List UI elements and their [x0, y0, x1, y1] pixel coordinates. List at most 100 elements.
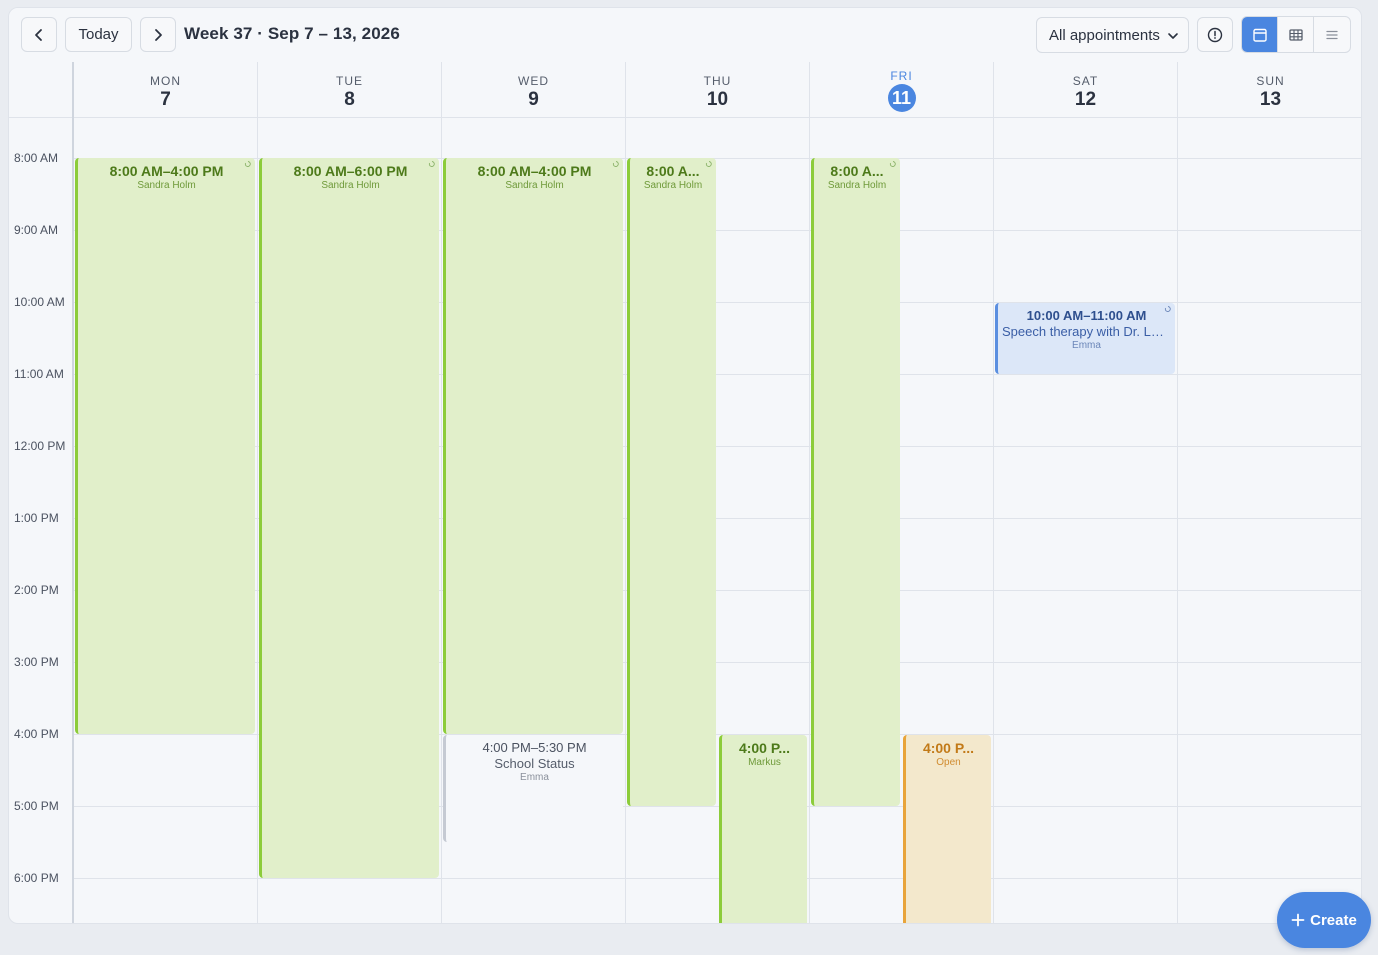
list-icon [1326, 30, 1338, 39]
day-divider [993, 118, 994, 923]
day-header-sun[interactable]: SUN 13 [1177, 62, 1361, 118]
month-view-button[interactable] [1278, 17, 1314, 52]
day-name: SUN [1256, 74, 1285, 88]
chevron-down-icon [1168, 33, 1178, 39]
time-label: 8:00 AM [14, 151, 59, 165]
day-divider [257, 118, 258, 923]
event-person: Sandra Holm [827, 180, 887, 191]
event-person: Emma [1072, 340, 1101, 351]
event-person: Sandra Holm [137, 180, 196, 191]
time-label: 5:00 PM [14, 799, 59, 813]
day-header-sat[interactable]: SAT 12 [993, 62, 1177, 118]
day-divider [441, 118, 442, 923]
chevron-right-icon [155, 28, 162, 41]
plus-icon [1291, 913, 1305, 927]
view-switcher [1241, 16, 1351, 53]
event-title: Speech therapy with Dr. Lund [1002, 324, 1173, 339]
day-number: 9 [528, 89, 539, 110]
time-label: 1:00 PM [14, 511, 59, 525]
day-divider [1177, 118, 1178, 923]
calendar-icon [1252, 28, 1267, 42]
repeat-icon [244, 161, 251, 167]
event-time: 8:00 AM–4:00 PM [477, 163, 592, 179]
filter-value: All appointments [1049, 26, 1160, 44]
today-day-number: 11 [887, 84, 916, 112]
event-person: Emma [520, 772, 549, 783]
day-name: TUE [336, 74, 363, 88]
time-label: 9:00 AM [14, 223, 59, 237]
time-label: 4:00 PM [14, 727, 59, 741]
event-person: Sandra Holm [505, 180, 564, 191]
repeat-icon [428, 161, 435, 167]
event-person: Markus [748, 757, 781, 768]
time-label: 10:00 AM [14, 295, 65, 309]
week-view-button[interactable] [1242, 17, 1278, 52]
day-divider [809, 118, 810, 923]
day-header-mon[interactable]: MON 7 [73, 62, 257, 118]
day-number: 12 [1074, 89, 1097, 110]
list-view-button[interactable] [1314, 17, 1350, 52]
day-header-fri-today[interactable]: FRI 11 [809, 62, 993, 118]
hour-line [73, 878, 1361, 879]
time-gutter-header [9, 62, 73, 118]
day-number: 13 [1259, 89, 1282, 110]
time-label: 11:00 AM [14, 367, 64, 381]
next-week-button[interactable] [140, 17, 176, 52]
repeat-icon [1164, 306, 1171, 312]
time-label: 6:00 PM [14, 871, 59, 885]
event-fri-sandra-holm[interactable]: 8:00 A... Sandra Holm [811, 158, 900, 806]
create-label: Create [1310, 911, 1357, 929]
event-sat-speech-therapy[interactable]: 10:00 AM–11:00 AM Speech therapy with Dr… [995, 303, 1175, 374]
event-thu-sandra-holm[interactable]: 8:00 A... Sandra Holm [627, 158, 716, 806]
alert-circle-icon [1207, 27, 1223, 42]
event-thu-markus[interactable]: 4:00 P... Markus [719, 735, 807, 923]
event-time: 4:00 PM–5:30 PM [482, 740, 587, 755]
week-title: Week 37 · Sep 7 – 13, 2026 [184, 24, 400, 43]
day-number: 7 [160, 89, 171, 110]
event-time: 8:00 AM–6:00 PM [293, 163, 408, 179]
toolbar: Today Week 37 · Sep 7 – 13, 2026 All app… [9, 8, 1361, 62]
event-mon-sandra-holm[interactable]: 8:00 AM–4:00 PM Sandra Holm [75, 158, 255, 734]
day-header-wed[interactable]: WED 9 [441, 62, 625, 118]
time-label: 3:00 PM [14, 655, 59, 669]
event-wed-school-status[interactable]: 4:00 PM–5:30 PM School Status Emma [443, 735, 623, 842]
event-time: 4:00 P... [922, 740, 975, 756]
day-name: SAT [1072, 74, 1099, 88]
event-person: Sandra Holm [321, 180, 380, 191]
day-name: WED [518, 74, 549, 88]
event-title: School Status [494, 756, 575, 771]
event-fri-open[interactable]: 4:00 P... Open [903, 735, 991, 923]
alert-button[interactable] [1197, 17, 1233, 52]
event-wed-sandra-holm[interactable]: 8:00 AM–4:00 PM Sandra Holm [443, 158, 623, 734]
day-name: THU [703, 74, 732, 88]
event-person: Sandra Holm [643, 180, 703, 191]
event-person: Open [936, 757, 961, 768]
day-header-tue[interactable]: TUE 8 [257, 62, 441, 118]
event-time: 8:00 A... [830, 163, 884, 179]
event-time: 10:00 AM–11:00 AM [1026, 308, 1147, 323]
today-button[interactable]: Today [65, 17, 132, 52]
day-name: FRI [890, 69, 913, 83]
gutter-divider [72, 62, 74, 923]
event-tue-sandra-holm[interactable]: 8:00 AM–6:00 PM Sandra Holm [259, 158, 439, 878]
day-number: 10 [706, 89, 729, 110]
week-grid: MON 7 TUE 8 WED 9 THU 10 FRI 11 SAT 12 S… [9, 62, 1361, 923]
day-number: 8 [344, 89, 355, 110]
time-label: 12:00 PM [14, 439, 66, 453]
day-header-thu[interactable]: THU 10 [625, 62, 809, 118]
day-divider [625, 118, 626, 923]
appointment-filter-select[interactable]: All appointments [1036, 17, 1189, 53]
event-time: 8:00 AM–4:00 PM [109, 163, 224, 179]
time-label: 2:00 PM [14, 583, 59, 597]
chevron-left-icon [35, 28, 42, 41]
grid-icon [1288, 28, 1303, 41]
day-name: MON [150, 74, 181, 88]
repeat-icon [612, 161, 619, 167]
event-time: 4:00 P... [738, 740, 791, 756]
repeat-icon [889, 161, 896, 167]
repeat-icon [705, 161, 712, 167]
event-time: 8:00 A... [646, 163, 700, 179]
prev-week-button[interactable] [21, 17, 57, 52]
calendar-card: Today Week 37 · Sep 7 – 13, 2026 All app… [8, 7, 1362, 924]
create-button[interactable]: Create [1277, 892, 1371, 948]
